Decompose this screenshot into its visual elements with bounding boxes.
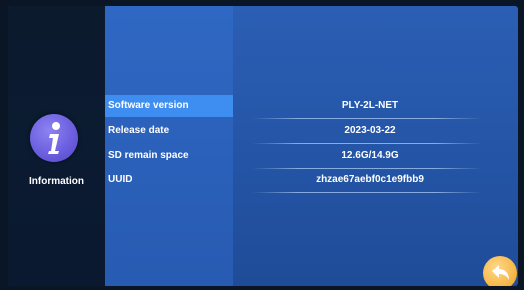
sidebar-item-label: Information — [29, 176, 84, 187]
divider — [252, 143, 482, 144]
sidebar: Information — [8, 6, 105, 286]
sidebar-item-information[interactable]: Information — [8, 110, 105, 200]
back-button[interactable] — [483, 256, 517, 286]
row-label-sd-remain-space[interactable]: SD remain space — [105, 145, 233, 167]
row-label-release-date[interactable]: Release date — [105, 120, 233, 142]
row-label-uuid[interactable]: UUID — [105, 169, 233, 191]
row-value-release-date: 2023-03-22 — [344, 125, 396, 136]
divider — [252, 192, 482, 193]
row-label-software-version[interactable]: Software version — [105, 95, 233, 117]
device-screen: Information Software version PLY-2L-NET … — [8, 6, 518, 286]
back-arrow-icon — [492, 265, 509, 280]
row-value-software-version: PLY-2L-NET — [341, 100, 399, 111]
row-value-sd-remain-space: 12.6G/14.9G — [341, 150, 399, 161]
row-value-uuid: zhzae67aebf0c1e9fbb9 — [316, 174, 424, 185]
divider — [252, 118, 482, 119]
info-icon — [30, 114, 78, 162]
